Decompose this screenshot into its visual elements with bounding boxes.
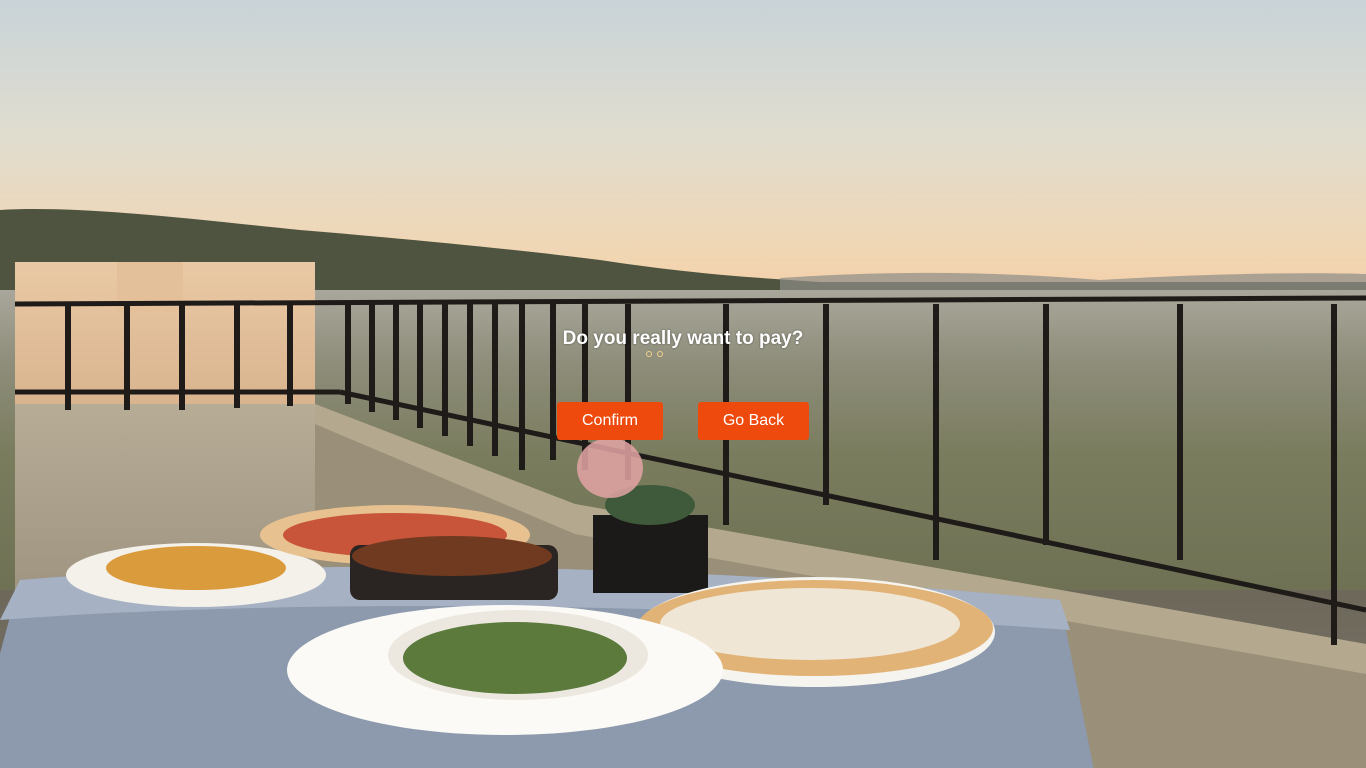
- payment-confirm-overlay: Do you really want to pay? Confirm Go Ba…: [0, 0, 1366, 768]
- background-photo: Do you really want to pay? Confirm Go Ba…: [0, 0, 1366, 768]
- confirm-button[interactable]: Confirm: [557, 402, 663, 440]
- loading-dots-icon: [646, 351, 663, 357]
- go-back-button[interactable]: Go Back: [698, 402, 809, 440]
- dialog-title: Do you really want to pay?: [562, 328, 804, 349]
